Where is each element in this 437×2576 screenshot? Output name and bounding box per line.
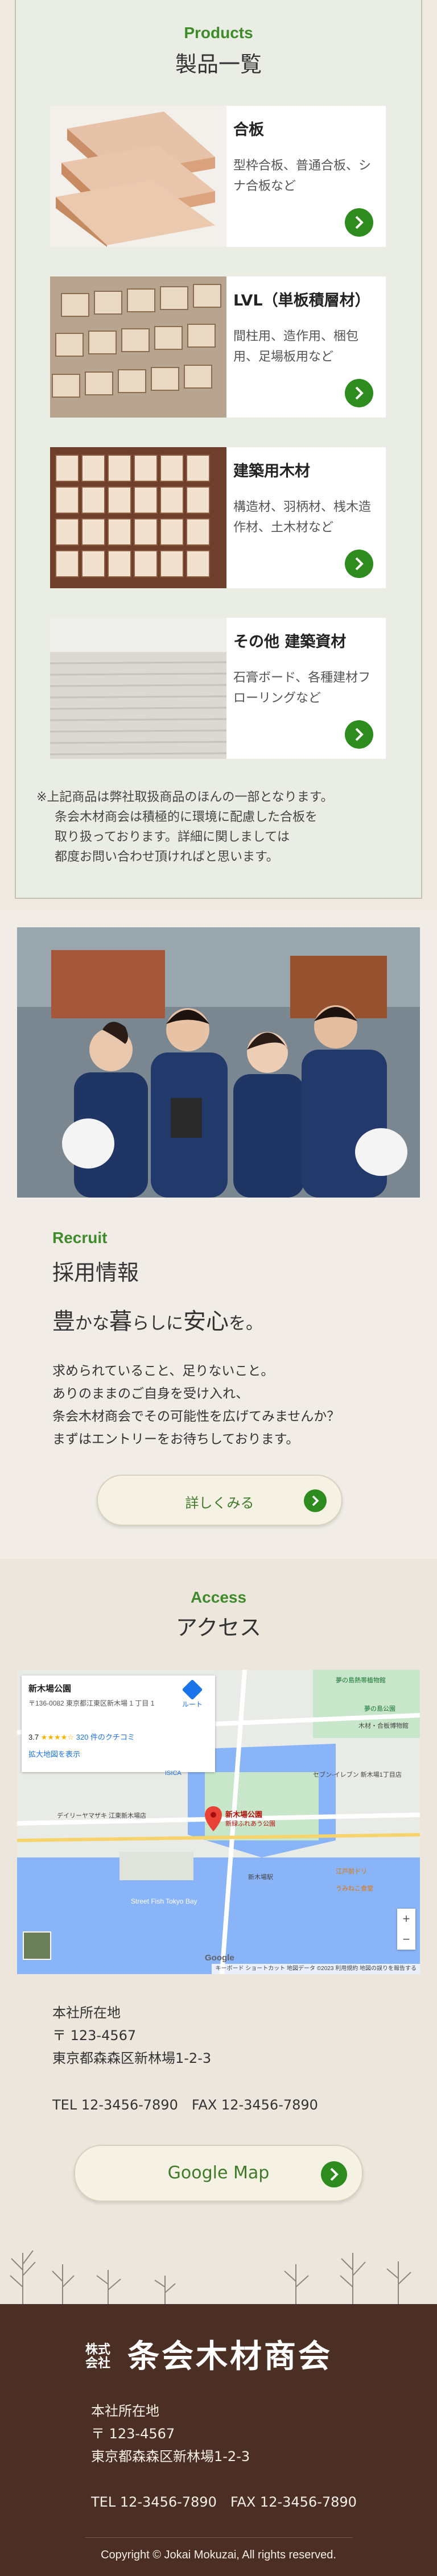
star-icon: ★★★★☆ <box>40 1733 74 1741</box>
google-map-label: Google Map <box>167 2163 270 2183</box>
catch-char: らしに <box>132 1314 183 1334</box>
map-pin[interactable] <box>205 1806 222 1834</box>
recruit-line: ありのままのご自身を受け入れ、 <box>52 1386 249 1401</box>
map-route-label: ルート <box>182 1700 203 1708</box>
catch-char: 暮 <box>109 1308 132 1335</box>
google-logo: Google <box>205 1953 234 1963</box>
map-place-address: 〒136-0082 東京都江東区新木場 1 丁目 1 <box>28 1699 155 1707</box>
map-label: 新木場駅 <box>248 1874 273 1881</box>
arrow-right-icon[interactable] <box>345 550 373 578</box>
arrow-right-icon <box>304 1489 327 1512</box>
product-title: 建築用木材 <box>233 463 310 480</box>
arrow-right-icon[interactable] <box>345 208 373 237</box>
arrow-right-icon <box>321 2161 347 2187</box>
recruit-more-button[interactable]: 詳しくみる <box>97 1475 343 1526</box>
map-route-button[interactable]: ルート <box>175 1679 209 1709</box>
products-section: Products 製品一覧 合板 型枠合板、普通合板、シナ合板など LVL（単板… <box>15 0 422 899</box>
gypsum-board-image <box>50 618 226 759</box>
product-title: 合板 <box>233 121 264 139</box>
map-zoom-control: + − <box>397 1909 415 1950</box>
map-rating: 3.7 ★★★★☆ 320 件のクチコミ <box>28 1731 135 1742</box>
product-card-lumber[interactable]: 建築用木材 構造材、羽柄材、桟木造作材、土木材など <box>50 447 386 588</box>
map-label: 夢の島公園 <box>364 1706 395 1712</box>
access-tel-fax: TEL 12-3456-7890 FAX 12-3456-7890 <box>52 2097 318 2113</box>
map-label: デイリーヤマザキ 江東新木場店 <box>57 1813 147 1819</box>
map-pin-label: 新木場公園 <box>225 1810 263 1819</box>
logo-main: 条会木材商会 <box>127 2338 332 2375</box>
lvl-image <box>50 276 226 418</box>
product-card-other[interactable]: その他 建築資材 石膏ボード、各種建材フローリングなど <box>50 618 386 759</box>
arrow-right-icon[interactable] <box>345 379 373 407</box>
note-line: 取り扱っております。詳細に関しましては <box>55 830 290 844</box>
map-label: うみねこ食堂 <box>336 1885 373 1892</box>
recruit-heading-jp: 採用情報 <box>52 1260 139 1285</box>
recruit-heading-en: Recruit <box>52 1229 108 1246</box>
footer-divider <box>85 2537 353 2538</box>
google-map-embed[interactable]: 新木場公園 〒136-0082 東京都江東区新木場 1 丁目 1 3.7 ★★★… <box>17 1670 420 1974</box>
plywood-image <box>50 106 226 247</box>
satellite-toggle[interactable] <box>23 1931 51 1960</box>
map-enlarge-link[interactable]: 拡大地図を表示 <box>28 1748 80 1759</box>
lumber-image <box>50 447 226 588</box>
note-line: ※上記商品は弊社取扱商品のほんの一部となります。 <box>36 790 333 804</box>
catch-char: を。 <box>229 1314 263 1334</box>
map-footer: キーボード ショートカット 地図データ ©2023 利用規約 地図の誤りを報告す… <box>212 1964 420 1974</box>
product-desc: 間柱用、造作用、梱包用、足場板用など <box>233 329 359 364</box>
footer-tel-fax: TEL 12-3456-7890 FAX 12-3456-7890 <box>91 2494 357 2510</box>
directions-icon <box>182 1679 203 1700</box>
decorative-trees <box>0 2230 437 2304</box>
company-logo[interactable]: 株式会社 条会木材商会 <box>85 2338 353 2378</box>
map-label: 江戸前ドリ <box>336 1868 367 1875</box>
recruit-line: 求められていること、足りないこと。 <box>52 1364 274 1378</box>
product-desc: 型枠合板、普通合板、シナ合板など <box>233 159 372 193</box>
zoom-in-button[interactable]: + <box>397 1909 415 1929</box>
note-line: 条会木材商会は積極的に環境に配慮した合板を <box>55 810 318 824</box>
access-address: 東京都森森区新林場1-2-3 <box>52 2050 212 2066</box>
recruit-line: 条会木材商会でその可能性を広げてみませんか？ <box>52 1409 340 1424</box>
map-pin-icon <box>205 1806 222 1831</box>
map-reviews-link[interactable]: 320 件のクチコミ <box>76 1733 135 1741</box>
map-rating-value: 3.7 <box>28 1733 39 1741</box>
google-map-button[interactable]: Google Map <box>74 2145 363 2202</box>
map-label: 木材・合板博物館 <box>358 1723 409 1729</box>
copyright: Copyright © Jokai Mokuzai, All rights re… <box>101 2549 336 2561</box>
map-pin-sub: 新緑ふれあう公園 <box>225 1820 275 1827</box>
product-card-lvl[interactable]: LVL（単板積層材） 間柱用、造作用、梱包用、足場板用など <box>50 276 386 418</box>
recruit-body: 求められていること、足りないこと。 ありのままのご自身を受け入れ、 条会木材商会… <box>52 1360 394 1451</box>
footer-address: 東京都森森区新林場1-2-3 <box>91 2449 250 2464</box>
logo-small: 株式会社 <box>85 2342 111 2371</box>
arrow-right-icon[interactable] <box>345 720 373 749</box>
product-card-plywood[interactable]: 合板 型枠合板、普通合板、シナ合板など <box>50 106 386 247</box>
zoom-out-button[interactable]: − <box>397 1929 415 1950</box>
map-place-name: 新木場公園 <box>28 1684 72 1694</box>
map-label: ISICA <box>165 1770 182 1777</box>
recruit-catchphrase: 豊かな暮らしに安心を。 <box>52 1303 263 1336</box>
catch-char: 安心 <box>183 1308 229 1335</box>
map-label: 夢の島熱帯植物館 <box>336 1677 386 1684</box>
access-zip: 〒 123-4567 <box>52 2028 137 2044</box>
access-heading-en: Access <box>190 1588 247 1606</box>
catch-char: 豊 <box>52 1308 75 1335</box>
products-note: ※上記商品は弊社取扱商品のほんの一部となります。 条会木材商会は積極的に環境に配… <box>36 787 378 867</box>
recruit-line: まずはエントリーをお待ちしております。 <box>52 1432 299 1447</box>
map-place-card: 新木場公園 〒136-0082 東京都江東区新木場 1 丁目 1 3.7 ★★★… <box>22 1675 215 1772</box>
access-address-label: 本社所在地 <box>52 2005 121 2021</box>
products-heading-jp: 製品一覧 <box>175 52 262 77</box>
footer-zip: 〒 123-4567 <box>91 2426 175 2442</box>
products-heading-en: Products <box>184 24 253 42</box>
recruit-staff-photo <box>17 927 420 1198</box>
catch-char: かな <box>75 1314 109 1334</box>
footer-address-label: 本社所在地 <box>91 2403 159 2419</box>
product-title: LVL（単板積層材） <box>233 292 370 309</box>
product-title: その他 建築資材 <box>233 633 347 651</box>
note-line: 都度お問い合わせ頂ければと思います。 <box>55 850 279 864</box>
map-label: Street Fish Tokyo Bay <box>131 1897 197 1905</box>
access-heading-jp: アクセス <box>175 1615 262 1640</box>
product-desc: 構造材、羽柄材、桟木造作材、土木材など <box>233 500 372 535</box>
product-desc: 石膏ボード、各種建材フローリングなど <box>233 671 371 705</box>
map-label: セブン-イレブン 新木場1丁目店 <box>313 1772 402 1778</box>
